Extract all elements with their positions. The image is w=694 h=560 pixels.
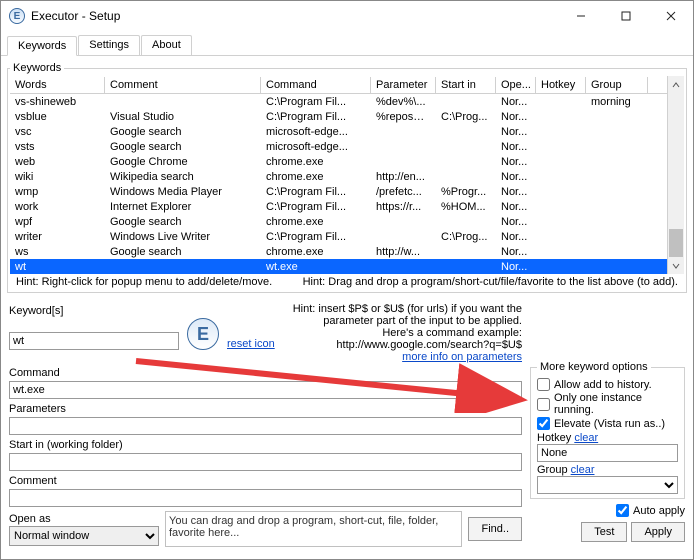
startin-label: Start in (working folder) (9, 439, 522, 451)
hotkey-input[interactable] (537, 444, 678, 462)
keywords-fieldset: Keywords Words Comment Command Parameter… (7, 62, 687, 293)
detail-form: Keyword[s] E reset icon Hint: insert $P$… (1, 299, 693, 551)
table-row[interactable]: wpfGoogle searchchrome.exeNor... (10, 214, 684, 229)
parameters-input[interactable] (9, 417, 522, 435)
scroll-thumb[interactable] (669, 229, 683, 257)
openas-select[interactable]: Normal window (9, 526, 159, 546)
table-row[interactable]: vsblueVisual StudioC:\Program Fil...%rep… (10, 109, 684, 124)
minimize-button[interactable] (558, 1, 603, 31)
tab-settings[interactable]: Settings (78, 35, 140, 55)
parameters-label: Parameters (9, 403, 522, 415)
hotkey-clear-link[interactable]: clear (574, 432, 598, 444)
app-icon: E (9, 8, 25, 24)
hint-dragdrop: Hint: Drag and drop a program/short-cut/… (303, 276, 678, 288)
hint-example: Here's a command example: http://www.goo… (283, 327, 522, 351)
more-options-legend: More keyword options (537, 361, 651, 373)
allow-history-checkbox[interactable]: Allow add to history. (537, 378, 678, 391)
group-clear-link[interactable]: clear (571, 464, 595, 476)
command-label: Command (9, 367, 522, 379)
col-hotkey[interactable]: Hotkey (536, 77, 586, 93)
comment-input[interactable] (9, 489, 522, 507)
table-row[interactable]: vstsGoogle searchmicrosoft-edge...Nor... (10, 139, 684, 154)
openas-label: Open as (9, 513, 159, 525)
grid-header: Words Comment Command Parameter Start in… (10, 76, 684, 94)
grid-hint-row: Hint: Right-click for popup menu to add/… (10, 274, 684, 290)
test-button[interactable]: Test (581, 522, 627, 542)
table-row[interactable]: vs-shinewebC:\Program Fil...%dev%\...Nor… (10, 94, 684, 109)
drag-drop-area[interactable]: You can drag and drop a program, short-c… (165, 511, 462, 547)
group-label: Group (537, 464, 568, 476)
grid-scrollbar[interactable] (667, 76, 684, 274)
keywords-legend: Keywords (10, 62, 64, 74)
col-open[interactable]: Ope... (496, 77, 536, 93)
table-row[interactable]: wtwt.exeNor... (10, 259, 684, 274)
hotkey-label: Hotkey (537, 432, 571, 444)
keyword-label: Keyword[s] (9, 305, 275, 317)
scroll-up-button[interactable] (668, 76, 684, 93)
find-button[interactable]: Find.. (468, 517, 522, 541)
more-options-fieldset: More keyword options Allow add to histor… (530, 361, 685, 499)
table-row[interactable]: wikiWikipedia searchchrome.exehttp://en.… (10, 169, 684, 184)
group-select[interactable] (537, 476, 678, 494)
col-group[interactable]: Group (586, 77, 648, 93)
table-row[interactable]: workInternet ExplorerC:\Program Fil...ht… (10, 199, 684, 214)
table-row[interactable]: writerWindows Live WriterC:\Program Fil.… (10, 229, 684, 244)
auto-apply-checkbox[interactable]: Auto apply (616, 504, 685, 517)
maximize-button[interactable] (603, 1, 648, 31)
comment-label: Comment (9, 475, 522, 487)
tab-bar: Keywords Settings About (1, 31, 693, 56)
reset-icon-link[interactable]: reset icon (227, 338, 275, 350)
startin-input[interactable] (9, 453, 522, 471)
table-row[interactable]: wsGoogle searchchrome.exehttp://w...Nor.… (10, 244, 684, 259)
grid-body[interactable]: vs-shinewebC:\Program Fil...%dev%\...Nor… (10, 94, 684, 274)
scroll-down-button[interactable] (668, 257, 684, 274)
table-row[interactable]: webGoogle Chromechrome.exeNor... (10, 154, 684, 169)
col-command[interactable]: Command (261, 77, 371, 93)
titlebar: E Executor - Setup (1, 1, 693, 31)
more-info-link[interactable]: more info on parameters (402, 351, 522, 363)
keyword-input[interactable] (9, 332, 179, 350)
hint-insert: Hint: insert $P$ or $U$ (for urls) if yo… (283, 303, 522, 327)
col-parameter[interactable]: Parameter (371, 77, 436, 93)
close-button[interactable] (648, 1, 693, 31)
tab-keywords[interactable]: Keywords (7, 36, 77, 56)
only-one-instance-checkbox[interactable]: Only one instance running. (537, 392, 678, 416)
window-title: Executor - Setup (31, 9, 558, 23)
col-words[interactable]: Words (10, 77, 105, 93)
hint-rightclick: Hint: Right-click for popup menu to add/… (16, 276, 272, 288)
col-comment[interactable]: Comment (105, 77, 261, 93)
col-startin[interactable]: Start in (436, 77, 496, 93)
keywords-grid: Words Comment Command Parameter Start in… (10, 76, 684, 274)
table-row[interactable]: vscGoogle searchmicrosoft-edge...Nor... (10, 124, 684, 139)
tab-about[interactable]: About (141, 35, 192, 55)
elevate-checkbox[interactable]: Elevate (Vista run as..) (537, 417, 678, 430)
keyword-icon: E (187, 318, 219, 350)
apply-button[interactable]: Apply (631, 522, 685, 542)
table-row[interactable]: wmpWindows Media PlayerC:\Program Fil...… (10, 184, 684, 199)
command-input[interactable] (9, 381, 522, 399)
